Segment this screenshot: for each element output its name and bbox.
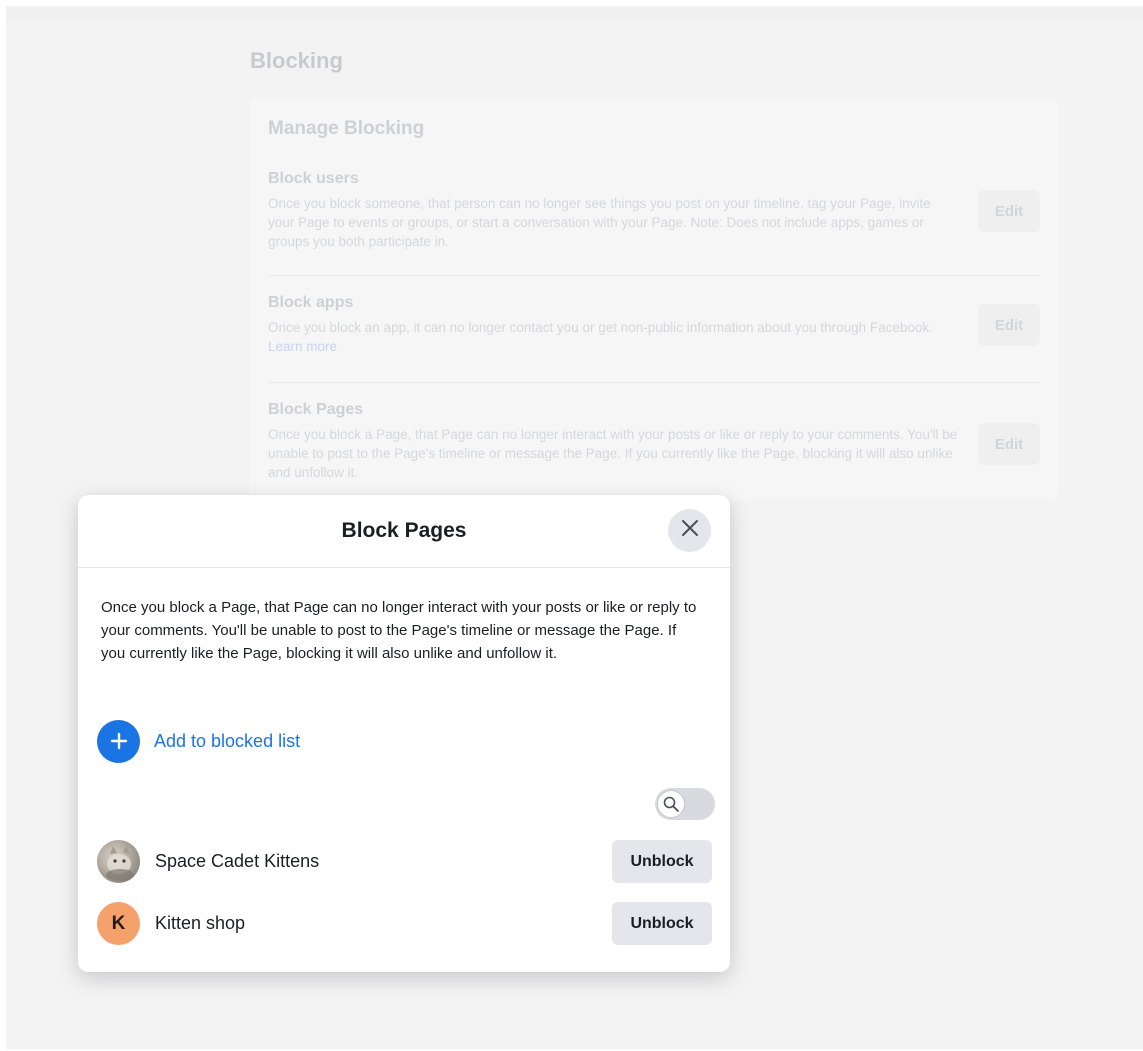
- section-title: Block users: [268, 170, 359, 187]
- divider: [268, 382, 1040, 383]
- settings-page: Blocking Manage Blocking Block users Onc…: [6, 6, 1143, 1049]
- plus-icon: [97, 719, 140, 763]
- edit-block-users-button[interactable]: Edit: [978, 190, 1040, 232]
- blocked-page-row: K Kitten shop Unblock: [97, 902, 712, 946]
- manage-blocking-card: Manage Blocking Block users Once you blo…: [250, 98, 1058, 500]
- block-apps-section: Block apps Once you block an app, it can…: [268, 294, 1040, 356]
- search-icon: [657, 790, 685, 818]
- learn-more-link[interactable]: Learn more: [268, 339, 337, 354]
- card-title: Manage Blocking: [268, 118, 425, 139]
- divider: [268, 275, 1040, 276]
- top-strip: [6, 6, 1143, 20]
- add-to-blocked-list-button[interactable]: Add to blocked list: [97, 719, 300, 763]
- page-avatar: [97, 840, 140, 883]
- dialog-description: Once you block a Page, that Page can no …: [101, 599, 697, 662]
- blocked-page-row: Space Cadet Kittens Unblock: [97, 840, 712, 884]
- block-pages-section: Block Pages Once you block a Page, that …: [268, 401, 1040, 482]
- block-users-section: Block users Once you block someone, that…: [268, 170, 1040, 251]
- section-title: Block apps: [268, 294, 354, 311]
- unblock-button[interactable]: Unblock: [612, 840, 712, 883]
- edit-block-apps-button[interactable]: Edit: [978, 304, 1040, 346]
- edit-block-pages-button[interactable]: Edit: [978, 423, 1040, 465]
- section-title: Block Pages: [268, 401, 364, 418]
- search-toggle[interactable]: [655, 788, 715, 820]
- section-description: Once you block a Page, that Page can no …: [268, 427, 958, 480]
- page-name: Space Cadet Kittens: [155, 851, 320, 871]
- page-name: Kitten shop: [155, 913, 246, 933]
- close-button[interactable]: [668, 509, 711, 552]
- dialog-header: Block Pages: [78, 495, 730, 568]
- dialog-title: Block Pages: [341, 519, 467, 542]
- page-avatar: K: [97, 902, 140, 945]
- close-icon: [681, 519, 699, 542]
- section-description-text: Once you block an app, it can no longer …: [268, 320, 933, 335]
- page-heading: Blocking: [250, 48, 343, 73]
- section-description: Once you block someone, that person can …: [268, 196, 931, 249]
- add-to-blocked-list-label: Add to blocked list: [154, 730, 301, 751]
- section-description: Once you block an app, it can no longer …: [268, 318, 958, 356]
- block-pages-dialog: Block Pages Once you block a Page, that …: [78, 495, 730, 972]
- unblock-button[interactable]: Unblock: [612, 902, 712, 945]
